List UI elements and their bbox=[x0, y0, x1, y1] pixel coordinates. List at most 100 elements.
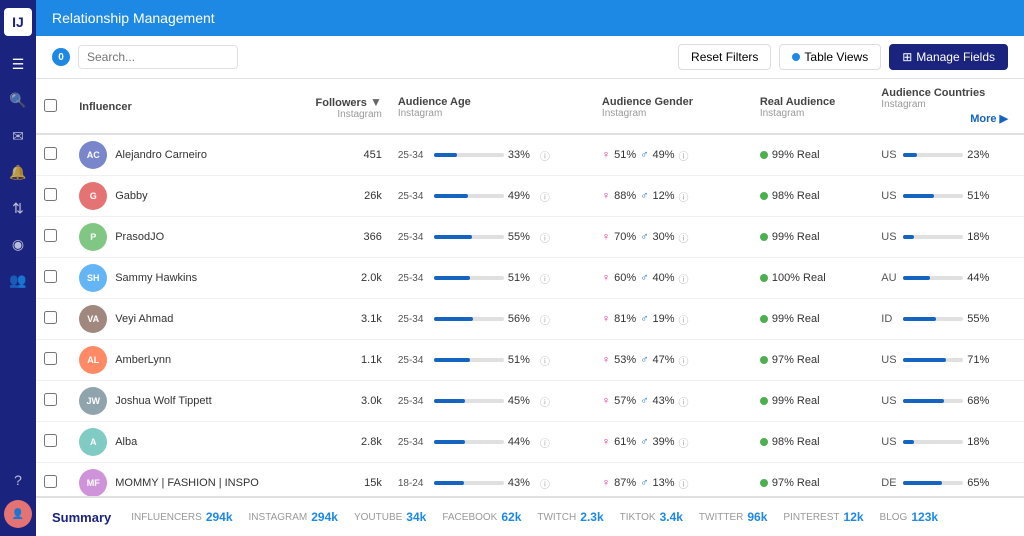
select-all-checkbox[interactable] bbox=[44, 99, 57, 112]
country-code: ID bbox=[881, 313, 899, 325]
gender-info-icon[interactable]: ⓘ bbox=[678, 476, 688, 491]
gender-column-header: Audience Gender Instagram bbox=[594, 79, 752, 134]
row-checkbox-cell bbox=[36, 340, 71, 381]
age-range-label: 25-34 bbox=[398, 396, 430, 407]
avatar: VA bbox=[79, 305, 107, 333]
row-checkbox[interactable] bbox=[44, 393, 57, 406]
reset-filters-button[interactable]: Reset Filters bbox=[678, 44, 771, 70]
gender-sub: Instagram bbox=[602, 108, 744, 119]
real-audience-dot bbox=[760, 151, 768, 159]
instagram-value: 294k bbox=[311, 510, 338, 524]
age-info-icon[interactable]: ⓘ bbox=[540, 230, 550, 245]
users-icon[interactable]: 👥 bbox=[2, 264, 34, 296]
bell-icon[interactable]: 🔔 bbox=[2, 156, 34, 188]
real-audience-cell: 98% Real bbox=[752, 422, 873, 463]
row-checkbox[interactable] bbox=[44, 229, 57, 242]
real-audience-dot bbox=[760, 274, 768, 282]
gender-info-icon[interactable]: ⓘ bbox=[678, 312, 688, 327]
user-avatar-icon[interactable]: 👤 bbox=[4, 500, 32, 528]
female-icon: ♀ bbox=[602, 231, 610, 243]
table-views-button[interactable]: Table Views bbox=[779, 44, 881, 70]
row-checkbox-cell bbox=[36, 463, 71, 497]
avatar: G bbox=[79, 182, 107, 210]
age-info-icon[interactable]: ⓘ bbox=[540, 476, 550, 491]
gender-info-icon[interactable]: ⓘ bbox=[678, 435, 688, 450]
female-pct: 70% bbox=[614, 231, 636, 243]
age-pct-label: 56% bbox=[508, 313, 536, 325]
country-pct-label: 71% bbox=[967, 354, 989, 366]
gender-cell: ♀ 51% ♂ 49% ⓘ bbox=[594, 134, 752, 176]
pinterest-value: 12k bbox=[844, 510, 864, 524]
country-bar-fill bbox=[903, 481, 942, 485]
row-checkbox[interactable] bbox=[44, 352, 57, 365]
real-audience-cell: 99% Real bbox=[752, 134, 873, 176]
activity-icon[interactable]: ◉ bbox=[2, 228, 34, 260]
age-info-icon[interactable]: ⓘ bbox=[540, 312, 550, 327]
age-info-icon[interactable]: ⓘ bbox=[540, 271, 550, 286]
female-icon: ♀ bbox=[602, 354, 610, 366]
female-pct: 53% bbox=[614, 354, 636, 366]
table-views-label: Table Views bbox=[804, 50, 868, 64]
gender-info-icon[interactable]: ⓘ bbox=[678, 230, 688, 245]
country-bar-track bbox=[903, 235, 963, 239]
country-pct-label: 18% bbox=[967, 436, 989, 448]
mail-icon[interactable]: ✉ bbox=[2, 120, 34, 152]
row-checkbox[interactable] bbox=[44, 434, 57, 447]
age-bar-track bbox=[434, 358, 504, 362]
gender-info-icon[interactable]: ⓘ bbox=[678, 271, 688, 286]
avatar: AC bbox=[79, 141, 107, 169]
age-pct-label: 51% bbox=[508, 354, 536, 366]
followers-cell: 2.0k bbox=[290, 258, 390, 299]
table-row: JW Joshua Wolf Tippett 3.0k 25-34 45% ⓘ bbox=[36, 381, 1024, 422]
row-checkbox[interactable] bbox=[44, 188, 57, 201]
followers-cell: 366 bbox=[290, 217, 390, 258]
share-icon[interactable]: ⇅ bbox=[2, 192, 34, 224]
age-info-icon[interactable]: ⓘ bbox=[540, 435, 550, 450]
male-pct: 47% bbox=[652, 354, 674, 366]
country-bar-fill bbox=[903, 194, 934, 198]
age-cell: 25-34 51% ⓘ bbox=[390, 258, 594, 299]
main-content: Relationship Management 0 Reset Filters … bbox=[36, 0, 1024, 536]
age-info-icon[interactable]: ⓘ bbox=[540, 394, 550, 409]
age-info-icon[interactable]: ⓘ bbox=[540, 353, 550, 368]
real-audience-cell: 100% Real bbox=[752, 258, 873, 299]
row-checkbox[interactable] bbox=[44, 475, 57, 488]
more-button[interactable]: More ▶ bbox=[881, 110, 1016, 127]
gender-info-icon[interactable]: ⓘ bbox=[678, 353, 688, 368]
gender-info-icon[interactable]: ⓘ bbox=[678, 189, 688, 204]
age-info-icon[interactable]: ⓘ bbox=[540, 189, 550, 204]
menu-icon[interactable]: ☰ bbox=[2, 48, 34, 80]
age-info-icon[interactable]: ⓘ bbox=[540, 148, 550, 163]
row-checkbox[interactable] bbox=[44, 147, 57, 160]
real-audience-dot bbox=[760, 479, 768, 487]
age-cell: 25-34 45% ⓘ bbox=[390, 381, 594, 422]
gender-info-icon[interactable]: ⓘ bbox=[678, 148, 688, 163]
followers-filter-icon[interactable]: ▼ bbox=[370, 95, 382, 109]
search-icon[interactable]: 🔍 bbox=[2, 84, 34, 116]
country-pct-label: 51% bbox=[967, 190, 989, 202]
manage-fields-button[interactable]: ⊞ Manage Fields bbox=[889, 44, 1008, 70]
male-icon: ♂ bbox=[640, 436, 648, 448]
gender-info-icon[interactable]: ⓘ bbox=[678, 394, 688, 409]
gender-cell: ♀ 61% ♂ 39% ⓘ bbox=[594, 422, 752, 463]
row-checkbox[interactable] bbox=[44, 311, 57, 324]
female-icon: ♀ bbox=[602, 395, 610, 407]
country-bar-track bbox=[903, 481, 963, 485]
help-icon[interactable]: ? bbox=[2, 464, 34, 496]
influencer-cell: AL AmberLynn bbox=[71, 340, 290, 381]
male-pct: 13% bbox=[652, 477, 674, 489]
age-bar-track bbox=[434, 440, 504, 444]
country-column-header: Audience Countries Instagram More ▶ bbox=[873, 79, 1024, 134]
followers-cell: 1.1k bbox=[290, 340, 390, 381]
followers-cell: 3.0k bbox=[290, 381, 390, 422]
search-input[interactable] bbox=[78, 45, 238, 69]
male-icon: ♂ bbox=[640, 231, 648, 243]
female-pct: 60% bbox=[614, 272, 636, 284]
avatar: AL bbox=[79, 346, 107, 374]
row-checkbox[interactable] bbox=[44, 270, 57, 283]
country-sub: Instagram bbox=[881, 99, 1016, 110]
gender-cell: ♀ 57% ♂ 43% ⓘ bbox=[594, 381, 752, 422]
influencer-table: Influencer Followers ▼ Instagram Audienc… bbox=[36, 79, 1024, 496]
influencers-value: 294k bbox=[206, 510, 233, 524]
male-icon: ♂ bbox=[640, 149, 648, 161]
